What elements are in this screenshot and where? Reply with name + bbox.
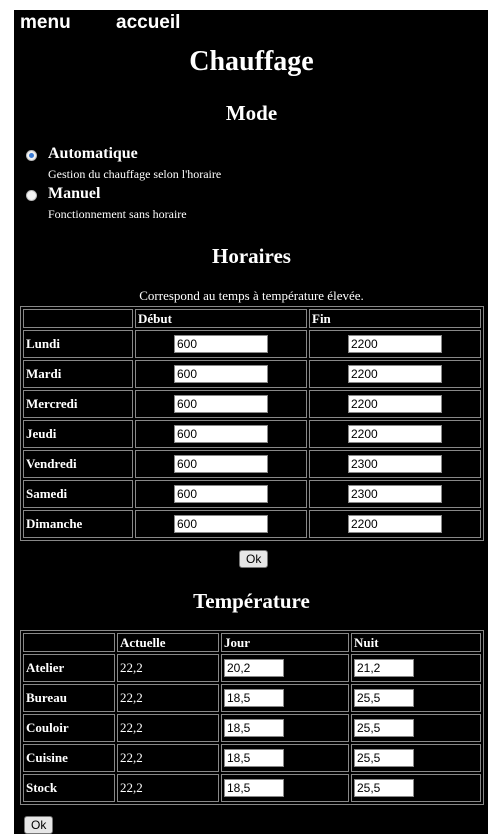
temperature-row: Cuisine 22,2 [23,744,481,772]
schedule-heading: Horaires [212,244,291,268]
start-time-input[interactable] [174,425,268,443]
schedule-row: Vendredi [23,450,481,478]
schedule-row: Dimanche [23,510,481,538]
schedule-header-row: Début Fin [23,309,481,328]
end-time-input[interactable] [348,335,442,353]
schedule-day: Dimanche [23,510,133,538]
temperature-header-row: Actuelle Jour Nuit [23,633,481,652]
start-time-input[interactable] [174,455,268,473]
start-time-input[interactable] [174,485,268,503]
page-title: Chauffage [189,46,314,77]
schedule-row: Jeudi [23,420,481,448]
temperature-row: Couloir 22,2 [23,714,481,742]
temperature-row: Stock 22,2 [23,774,481,802]
home-link[interactable]: accueil [116,12,180,34]
schedule-day: Jeudi [23,420,133,448]
schedule-day: Mercredi [23,390,133,418]
current-temperature: 22,2 [117,744,219,772]
schedule-day: Lundi [23,330,133,358]
room-name: Bureau [23,684,115,712]
current-temperature: 22,2 [117,774,219,802]
room-name: Cuisine [23,744,115,772]
night-temperature-input[interactable] [354,689,414,707]
end-time-input[interactable] [348,425,442,443]
current-temperature: 22,2 [117,684,219,712]
schedule-day: Mardi [23,360,133,388]
schedule-col-day [23,309,133,328]
end-time-input[interactable] [348,515,442,533]
schedule-row: Mercredi [23,390,481,418]
temperature-col-day: Jour [221,633,349,652]
schedule-note: Correspond au temps à température élevée… [139,288,364,303]
temperature-row: Bureau 22,2 [23,684,481,712]
temperature-col-room [23,633,115,652]
day-temperature-input[interactable] [224,749,284,767]
night-temperature-input[interactable] [354,719,414,737]
room-name: Stock [23,774,115,802]
schedule-day: Vendredi [23,450,133,478]
page-frame: menu accueil Chauffage Mode Automatique … [14,10,488,834]
start-time-input[interactable] [174,395,268,413]
end-time-input[interactable] [348,485,442,503]
schedule-col-end: Fin [309,309,481,328]
radio-automatique[interactable] [26,150,37,161]
temperature-ok-button[interactable]: Ok [24,816,54,834]
schedule-row: Mardi [23,360,481,388]
schedule-row: Lundi [23,330,481,358]
night-temperature-input[interactable] [354,749,414,767]
temperature-row: Atelier 22,2 [23,654,481,682]
end-time-input[interactable] [348,365,442,383]
temperature-heading: Température [193,589,310,613]
temperature-table: Actuelle Jour Nuit Atelier 22,2 Bureau 2… [20,630,484,805]
current-temperature: 22,2 [117,654,219,682]
schedule-table: Début Fin Lundi Mardi Mercredi Jeudi Ven… [20,306,484,541]
temperature-col-current: Actuelle [117,633,219,652]
room-name: Atelier [23,654,115,682]
start-time-input[interactable] [174,335,268,353]
day-temperature-input[interactable] [224,689,284,707]
menu-link[interactable]: menu [20,12,71,34]
current-temperature: 22,2 [117,714,219,742]
night-temperature-input[interactable] [354,779,414,797]
radio-manuel[interactable] [26,190,37,201]
day-temperature-input[interactable] [224,719,284,737]
option-label-manuel: Manuel [48,185,101,202]
day-temperature-input[interactable] [224,779,284,797]
schedule-col-start: Début [135,309,307,328]
schedule-row: Samedi [23,480,481,508]
end-time-input[interactable] [348,395,442,413]
start-time-input[interactable] [174,515,268,533]
mode-heading: Mode [225,101,278,125]
temperature-col-night: Nuit [351,633,481,652]
option-desc-manuel: Fonctionnement sans horaire [48,207,187,221]
option-label-automatique: Automatique [48,145,138,162]
night-temperature-input[interactable] [354,659,414,677]
schedule-day: Samedi [23,480,133,508]
option-desc-automatique: Gestion du chauffage selon l'horaire [48,167,222,181]
end-time-input[interactable] [348,455,442,473]
schedule-ok-button[interactable]: Ok [239,550,269,568]
start-time-input[interactable] [174,365,268,383]
room-name: Couloir [23,714,115,742]
day-temperature-input[interactable] [224,659,284,677]
